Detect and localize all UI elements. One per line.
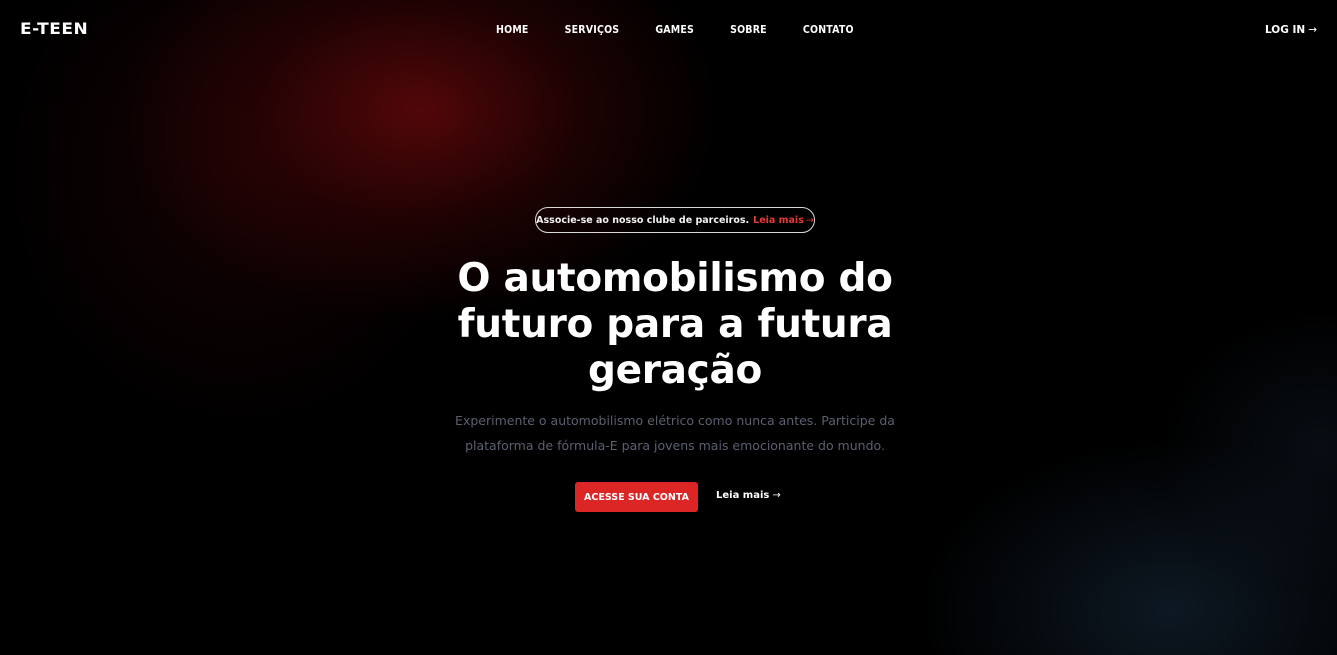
announcement-link-label: Leia mais (753, 214, 804, 226)
hero-section: Associe-se ao nosso clube de parceiros. … (0, 0, 1337, 655)
read-more-label: Leia mais (716, 490, 770, 501)
read-more-link[interactable]: Leia mais → (716, 489, 781, 503)
nav-item-sobre[interactable]: SOBRE (730, 23, 767, 37)
arrow-right-icon: → (805, 214, 814, 226)
hero-title: O automobilismo do futuro para a futura … (430, 256, 920, 394)
announcement-text: Associe-se ao nosso clube de parceiros. (536, 214, 750, 226)
nav-item-home[interactable]: HOME (496, 23, 529, 37)
logo[interactable]: E-TEEN (20, 20, 88, 39)
hero-title-line: futuro para a futura (457, 302, 893, 347)
announcement-pill: Associe-se ao nosso clube de parceiros. … (535, 207, 815, 233)
announcement-link[interactable]: Leia mais → (753, 215, 814, 226)
hero-description-line: plataforma de fórmula-E para jovens mais… (465, 438, 885, 453)
hero-title-line: geração (587, 348, 763, 393)
hero-description: Experimente o automobilismo elétrico com… (430, 408, 920, 458)
main-nav: HOME SERVIÇOS GAMES SOBRE CONTATO (496, 23, 854, 37)
login-link[interactable]: LOG IN → (1265, 23, 1317, 37)
nav-item-contato[interactable]: CONTATO (803, 23, 854, 37)
access-account-button[interactable]: ACESSE SUA CONTA (575, 482, 698, 512)
hero-description-line: Experimente o automobilismo elétrico com… (455, 413, 895, 428)
arrow-right-icon: → (772, 490, 781, 501)
nav-item-games[interactable]: GAMES (655, 23, 694, 37)
arrow-right-icon: → (1308, 24, 1317, 36)
hero-title-line: O automobilismo do (457, 256, 893, 301)
login-label: LOG IN (1264, 24, 1306, 36)
site-header: E-TEEN HOME SERVIÇOS GAMES SOBRE CONTATO… (0, 0, 1337, 60)
nav-item-servicos[interactable]: SERVIÇOS (565, 23, 620, 37)
